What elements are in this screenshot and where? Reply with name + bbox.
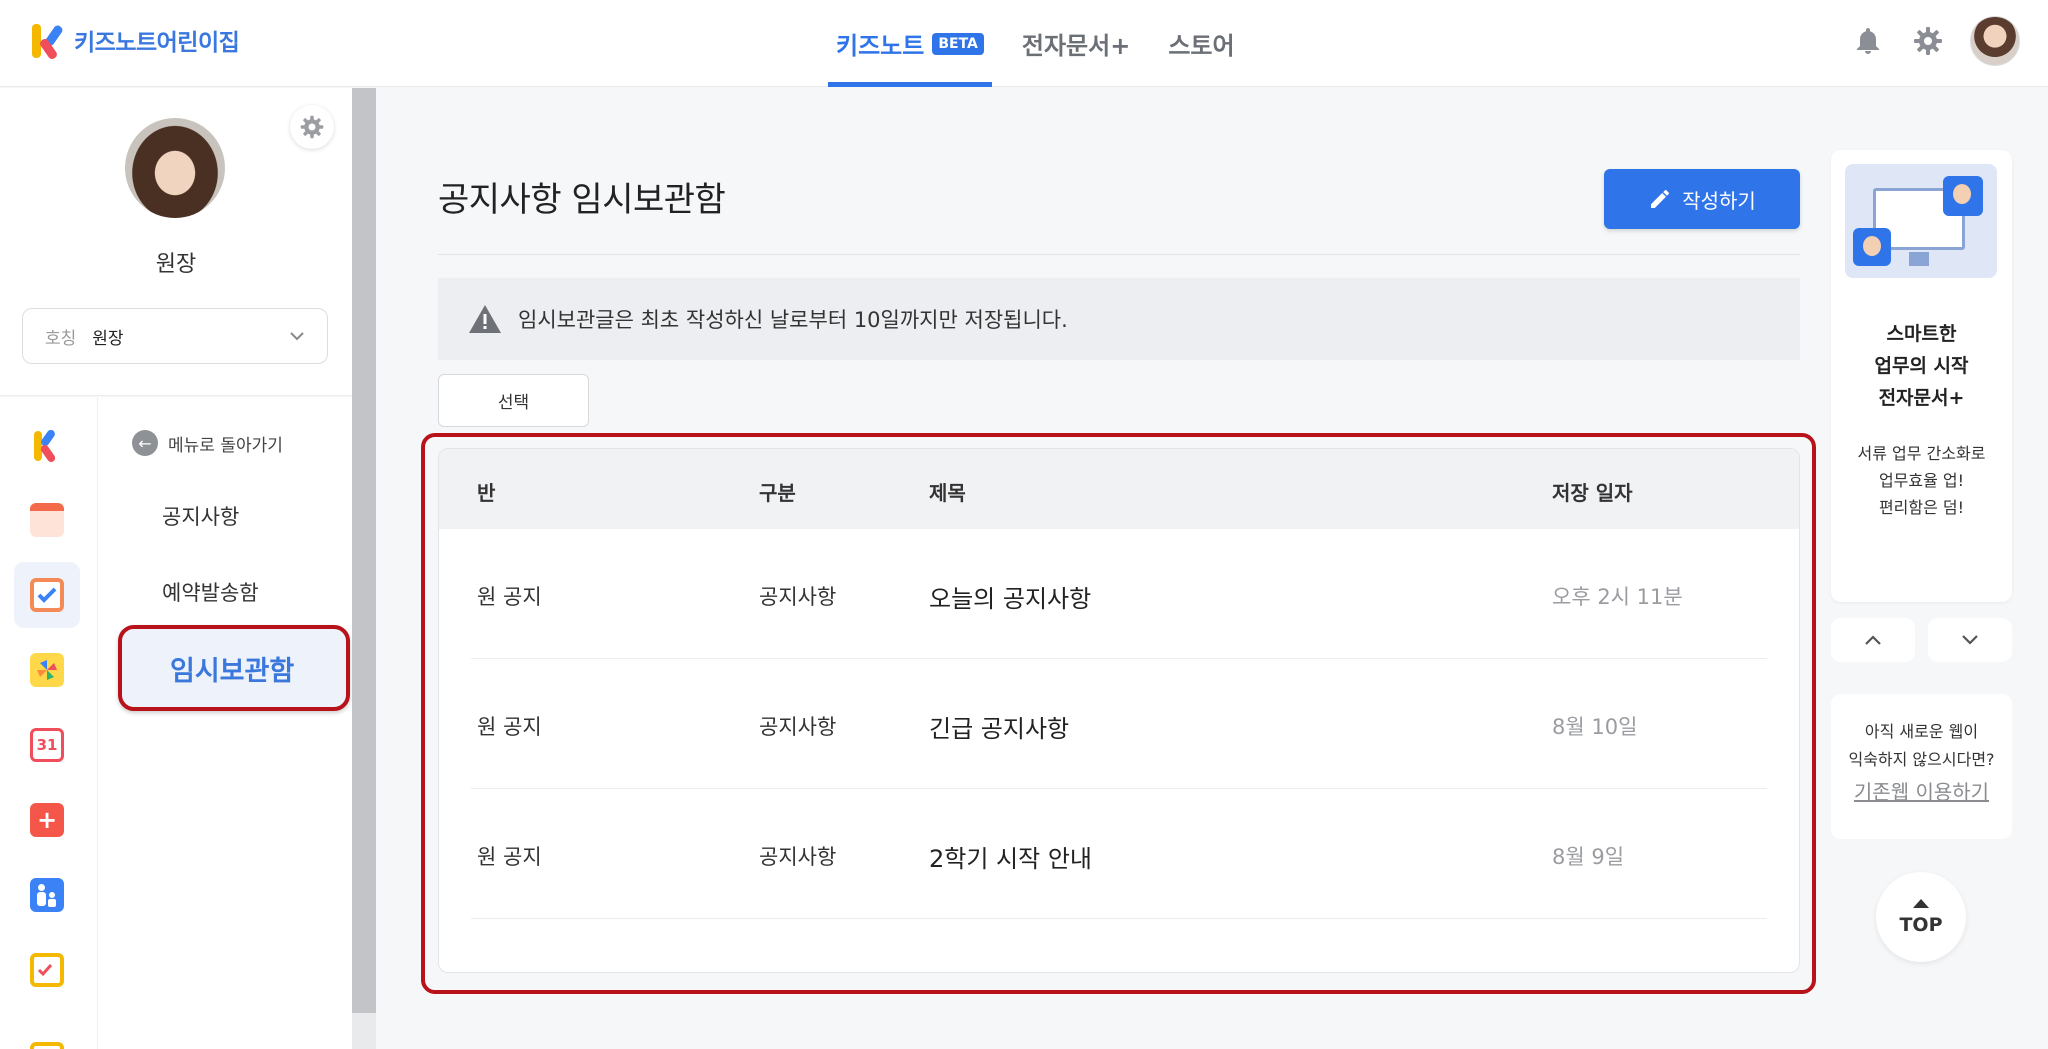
title-select-value: 원장 [92,328,124,349]
profile-panel: 원장 호칭 원장 [0,88,352,396]
tab-store[interactable]: 스토어 [1160,0,1242,87]
arrow-left-icon: ← [132,430,158,456]
gear-icon[interactable] [1910,23,1946,59]
promo-headline-line: 스마트한 [1886,323,1957,345]
promo-next-button[interactable] [1928,618,2012,662]
profile-avatar [125,118,225,218]
title-divider [438,254,1800,255]
submenu-item-notice[interactable]: 공지사항 [162,501,239,531]
legacy-web-link[interactable]: 기존웹 이용하기 [1831,776,2012,805]
promo-prev-button[interactable] [1831,618,1915,662]
promo-subtext-line: 서류 업무 간소화로 [1857,444,1986,463]
edocs-promo-card[interactable]: 스마트한 업무의 시작 전자문서+ 서류 업무 간소화로 업무효율 업! 편리함… [1831,150,2012,602]
title-select-label: 호칭 [45,328,77,349]
chevron-up-icon [1865,635,1881,645]
write-button-label: 작성하기 [1682,188,1756,213]
legacy-web-text-line: 익숙하지 않으시다면? [1848,750,1995,769]
promo-headline-line: 업무의 시작 [1874,355,1969,377]
app-icon-rail: 31 + [0,397,98,1049]
chevron-down-icon [1962,635,1978,645]
tab-edocs[interactable]: 전자문서+ [1014,0,1138,87]
table-highlight-frame [421,433,1816,994]
promo-subtext-line: 업무효율 업! [1878,471,1965,490]
legacy-web-text: 아직 새로운 웹이 익숙하지 않으시다면? [1831,718,2012,774]
legacy-web-text-line: 아직 새로운 웹이 [1864,722,1979,741]
sidebar-scrollbar[interactable] [352,88,376,1049]
select-button[interactable]: 선택 [438,374,589,427]
back-to-menu-label: 메뉴로 돌아가기 [168,435,283,456]
promo-subtext-line: 편리함은 덤! [1878,498,1965,517]
back-to-menu-link[interactable]: ← 메뉴로 돌아가기 [132,430,283,456]
user-avatar[interactable] [1970,16,2020,66]
submenu-panel: ← 메뉴로 돌아가기 공지사항 예약발송함 임시보관함 [98,397,352,1049]
calendar-note-icon[interactable] [14,487,80,553]
promo-illustration [1845,164,1997,278]
submenu-item-scheduled[interactable]: 예약발송함 [162,577,259,607]
calendar-31-icon[interactable]: 31 [14,712,80,778]
legacy-web-card: 아직 새로운 웹이 익숙하지 않으시다면? 기존웹 이용하기 [1831,694,2012,839]
scroll-top-label: TOP [1899,913,1943,936]
calendar-day-text: 31 [36,736,58,754]
report-icon[interactable] [14,937,80,1003]
warning-icon [469,305,501,333]
promo-subtext: 서류 업무 간소화로 업무효율 업! 편리함은 덤! [1831,440,2012,521]
top-right-actions [1850,16,2020,66]
chevron-down-icon [290,332,304,341]
top-bar: 키즈노트어린이집 키즈노트 BETA 전자문서+ 스토어 [0,0,2048,87]
brand-logo[interactable]: 키즈노트어린이집 [30,20,240,61]
brand-name: 키즈노트어린이집 [74,30,240,56]
beta-badge: BETA [932,32,984,55]
tab-store-label: 스토어 [1168,32,1235,60]
promo-headline: 스마트한 업무의 시작 전자문서+ [1831,318,2012,414]
scroll-top-button[interactable]: TOP [1876,872,1966,962]
profile-settings-gear-icon[interactable] [290,105,334,149]
promo-headline-line: 전자문서+ [1878,387,1965,409]
medicine-icon[interactable]: + [14,787,80,853]
title-select[interactable]: 호칭 원장 [22,308,328,364]
submenu-item-drafts[interactable]: 임시보관함 [118,625,350,711]
tab-kidsnote-label: 키즈노트 [836,32,925,60]
sidebar-scrollbar-thumb[interactable] [352,88,376,1013]
bell-icon[interactable] [1850,23,1886,59]
profile-name: 원장 [155,252,197,277]
rail-more-icon[interactable] [14,1012,80,1049]
parent-child-icon[interactable] [14,862,80,928]
kidsnote-logo-icon [30,20,64,61]
checklist-icon[interactable] [14,562,80,628]
top-nav: 키즈노트 BETA 전자문서+ 스토어 [828,0,1265,87]
write-button[interactable]: 작성하기 [1604,169,1800,229]
pencil-icon [1651,190,1670,208]
tab-kidsnote[interactable]: 키즈노트 BETA [828,0,992,87]
tab-edocs-label: 전자문서+ [1021,32,1131,60]
rail-kidsnote-logo-icon[interactable] [14,413,80,479]
notice-banner: 임시보관글은 최초 작성하신 날로부터 10일까지만 저장됩니다. [438,278,1800,360]
pinwheel-icon[interactable] [14,637,80,703]
page-title: 공지사항 임시보관함 [438,180,726,220]
notice-text: 임시보관글은 최초 작성하신 날로부터 10일까지만 저장됩니다. [518,308,1068,332]
arrow-up-icon [1913,898,1929,908]
